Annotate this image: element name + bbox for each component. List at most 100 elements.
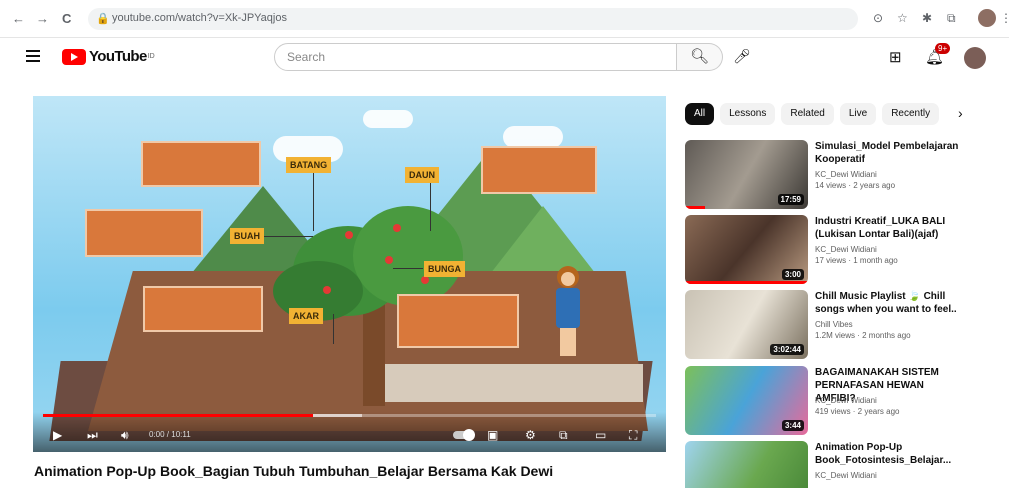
label-akar: AKAR — [289, 308, 323, 324]
account-avatar[interactable] — [964, 47, 986, 69]
browser-toolbar: ← → C 🔒 youtube.com/watch?v=Xk-JPYaqjos … — [0, 0, 1009, 38]
search-box — [274, 43, 677, 71]
tree-canopy — [353, 206, 463, 306]
rec-title[interactable]: Animation Pop-Up Book_Fotosintesis_Belaj… — [815, 441, 965, 467]
video-thumbnail[interactable]: 3:44 — [685, 366, 808, 435]
chip-lessons[interactable]: Lessons — [720, 103, 776, 125]
fruit — [421, 276, 429, 284]
address-url: youtube.com/watch?v=Xk-JPYaqjos — [112, 12, 287, 24]
rec-title[interactable]: Simulasi_Model Pembelajaran Kooperatif — [815, 140, 965, 166]
rec-channel[interactable]: KC_Dewi Widiani — [815, 396, 877, 405]
fruit — [345, 231, 353, 239]
youtube-logo[interactable]: YouTube ID — [62, 48, 155, 65]
book-page — [363, 364, 643, 402]
reload-button[interactable]: C — [62, 11, 71, 26]
search-icon: 🔍︎ — [689, 48, 710, 65]
rec-meta: 419 views · 2 years ago — [815, 407, 900, 416]
browser-profile-avatar[interactable] — [978, 9, 996, 27]
autoplay-toggle[interactable] — [453, 429, 475, 441]
extension-icon[interactable]: ✱ — [922, 11, 932, 25]
fullscreen-icon[interactable]: ⛶ — [629, 428, 637, 443]
rec-meta: 17 views · 1 month ago — [815, 256, 898, 265]
pointer-line — [430, 181, 431, 231]
recommendation-item[interactable]: 3:00 Industri Kreatif_LUKA BALI (Lukisan… — [685, 215, 995, 285]
pointer-line — [313, 171, 314, 231]
pointer-line — [393, 268, 423, 269]
rec-title[interactable]: Industri Kreatif_LUKA BALI (Lukisan Lont… — [815, 215, 965, 241]
pointer-line — [333, 314, 334, 344]
duration-badge: 3:02:44 — [770, 344, 804, 355]
rec-channel[interactable]: Chill Vibes — [815, 320, 853, 329]
lock-icon: 🔒 — [96, 13, 110, 25]
chip-all[interactable]: All — [685, 103, 715, 125]
chip-recently[interactable]: Recently — [882, 103, 940, 125]
next-icon[interactable]: ⏭︎ — [87, 428, 98, 443]
rec-channel[interactable]: KC_Dewi Widiani — [815, 170, 877, 179]
rec-channel[interactable]: KC_Dewi Widiani — [815, 245, 877, 254]
info-box — [481, 146, 597, 194]
label-daun: DAUN — [405, 167, 439, 183]
extensions-puzzle-icon[interactable]: ⧉ — [947, 11, 956, 26]
fruit — [323, 286, 331, 294]
video-thumbnail[interactable]: 3:00 — [685, 215, 808, 284]
pointer-line — [263, 236, 313, 237]
video-thumbnail[interactable]: 17:59 — [685, 140, 808, 209]
search-button[interactable]: 🔍︎ — [677, 43, 723, 71]
forward-button[interactable]: → — [36, 11, 49, 26]
video-title: Animation Pop-Up Book_Bagian Tubuh Tumbu… — [34, 463, 554, 479]
settings-gear-icon[interactable]: ⚙ — [525, 428, 536, 442]
voice-search-icon[interactable]: 🎤︎ — [733, 48, 751, 66]
recommendation-item[interactable]: 3:02:44 Chill Music Playlist 🍃 Chill son… — [685, 290, 995, 360]
recommendation-item[interactable]: Animation Pop-Up Book_Fotosintesis_Belaj… — [685, 441, 995, 488]
chip-related[interactable]: Related — [781, 103, 834, 125]
duration-badge: 3:44 — [781, 420, 804, 431]
label-bunga: BUNGA — [424, 261, 465, 277]
buffered-bar — [312, 414, 362, 417]
back-button[interactable]: ← — [12, 11, 25, 26]
address-bar[interactable]: 🔒 youtube.com/watch?v=Xk-JPYaqjos — [88, 8, 858, 30]
video-player[interactable]: BATANG DAUN BUAH BUNGA AKAR ▶ ⏭︎ 🔊︎ 0:00… — [33, 96, 666, 452]
youtube-header: YouTube ID 🔍︎ 🎤︎ ⊞ 🔔︎ 9+ — [0, 38, 1009, 76]
rec-title[interactable]: Chill Music Playlist 🍃 Chill songs when … — [815, 290, 965, 316]
duration-badge: 3:00 — [781, 269, 804, 280]
teacher-character — [551, 266, 585, 358]
cloud — [363, 110, 413, 128]
label-buah: BUAH — [230, 228, 264, 244]
browser-menu-icon[interactable]: ⋮ — [1000, 11, 1009, 25]
theater-mode-icon[interactable]: ▭ — [595, 428, 606, 442]
rec-meta: 14 views · 2 years ago — [815, 181, 896, 190]
create-video-icon[interactable]: ⊞ — [889, 48, 902, 66]
progress-bar[interactable] — [43, 414, 656, 417]
rec-meta: 1.2M views · 2 months ago — [815, 331, 911, 340]
video-thumbnail[interactable] — [685, 441, 808, 488]
info-box — [85, 209, 203, 257]
play-icon[interactable]: ▶ — [53, 428, 62, 442]
info-box — [143, 286, 263, 332]
label-batang: BATANG — [286, 157, 332, 173]
menu-icon[interactable] — [26, 50, 40, 62]
chip-live[interactable]: Live — [839, 103, 877, 125]
subtitles-icon[interactable]: ▣ — [487, 428, 498, 442]
cloud — [503, 126, 563, 148]
miniplayer-icon[interactable]: ⧉ — [559, 428, 568, 443]
watched-bar — [685, 206, 705, 209]
time-display: 0:00 / 10:11 — [149, 430, 191, 439]
volume-icon[interactable]: 🔊︎ — [121, 428, 129, 443]
bookmark-star-icon[interactable]: ☆ — [897, 11, 908, 25]
watched-bar — [685, 281, 808, 284]
rec-channel[interactable]: KC_Dewi Widiani — [815, 471, 877, 480]
recommendation-item[interactable]: 3:44 BAGAIMANAKAH SISTEM PERNAFASAN HEWA… — [685, 366, 995, 436]
notifications-badge: 9+ — [935, 43, 951, 54]
duration-badge: 17:59 — [777, 194, 804, 205]
region-code: ID — [147, 53, 155, 60]
fruit — [393, 224, 401, 232]
fruit — [385, 256, 393, 264]
screenshot-icon[interactable]: ⊙ — [873, 11, 883, 25]
search-input[interactable] — [275, 44, 676, 70]
recommendation-item[interactable]: 17:59 Simulasi_Model Pembelajaran Kooper… — [685, 140, 995, 210]
youtube-play-icon — [62, 48, 86, 65]
filter-chips: All Lessons Related Live Recently — [685, 103, 940, 125]
video-thumbnail[interactable]: 3:02:44 — [685, 290, 808, 359]
chevron-right-icon[interactable]: › — [958, 105, 963, 121]
played-bar — [43, 414, 313, 417]
